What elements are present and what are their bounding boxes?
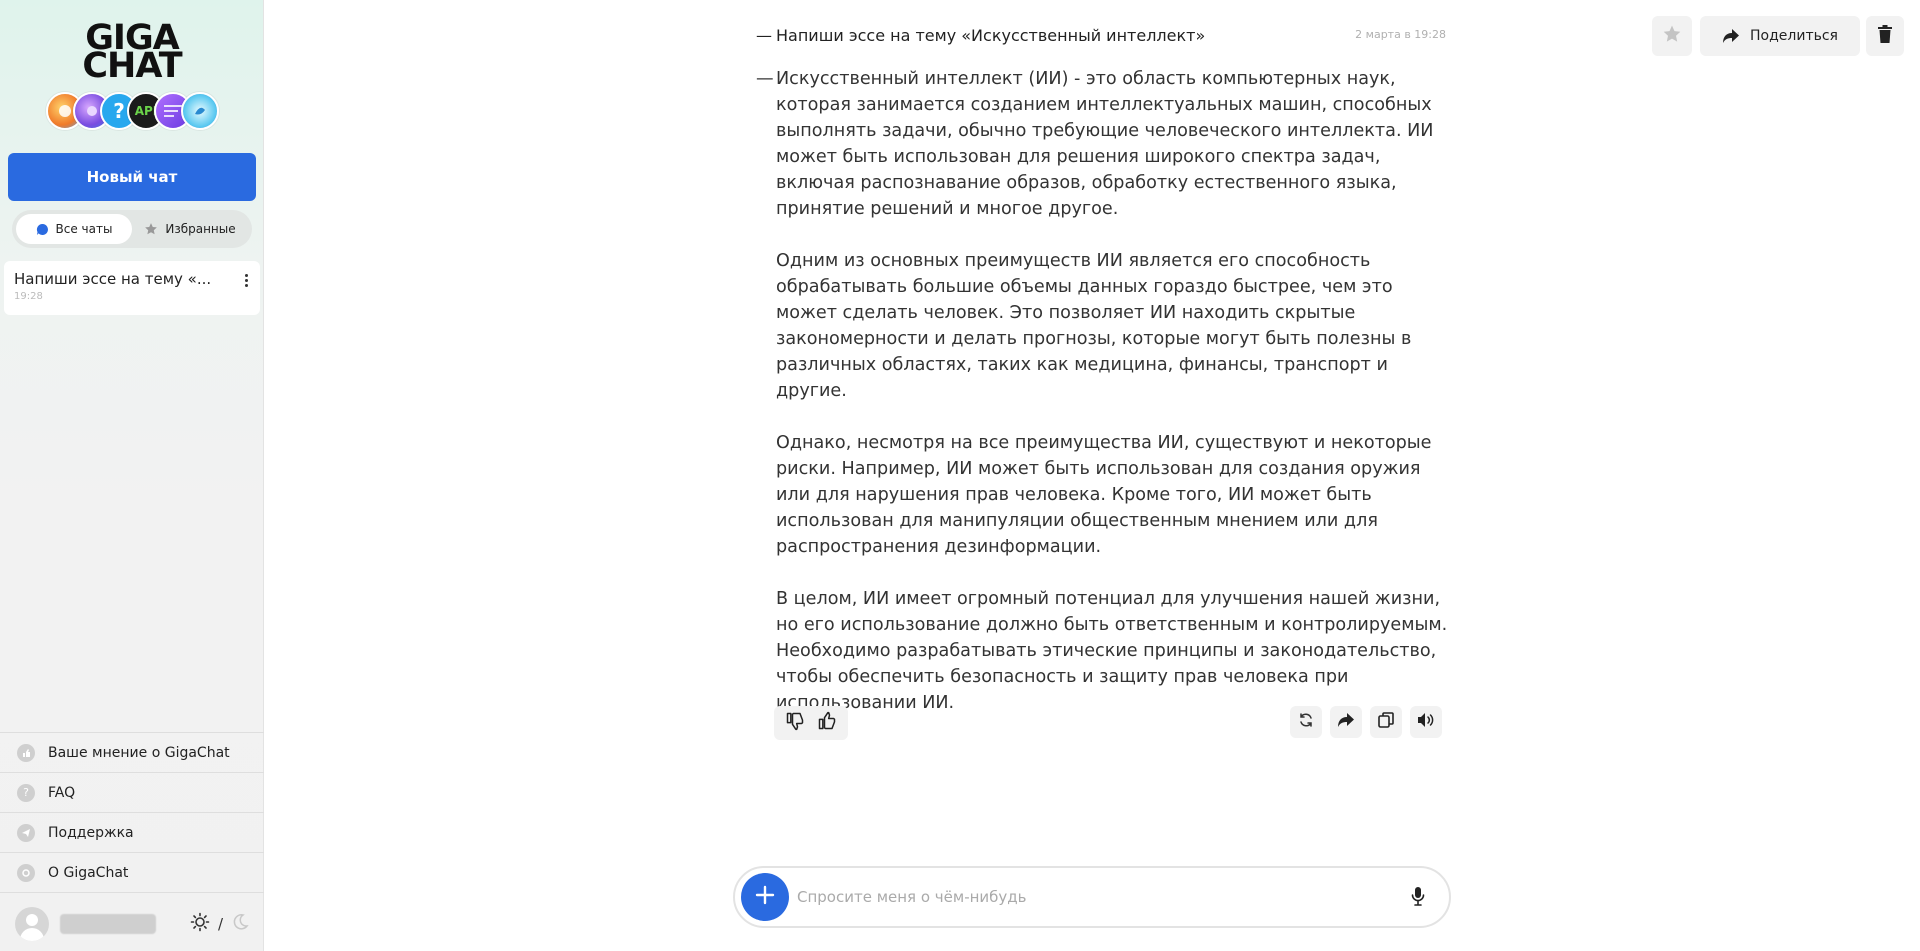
theme-switcher: /: [186, 912, 253, 936]
tab-all-chats-label: Все чаты: [55, 222, 113, 236]
microphone-icon: [1411, 886, 1425, 910]
message-actions: [1290, 706, 1442, 738]
thumbs-up-icon: [817, 711, 837, 735]
more-options-icon[interactable]: [240, 271, 252, 289]
telegram-icon: [17, 823, 35, 842]
question-icon: ?: [17, 783, 35, 802]
gigachat-icon: [17, 863, 35, 882]
chat-item-title: Напиши эссе на тему «...: [14, 270, 212, 288]
delete-button[interactable]: [1866, 16, 1904, 56]
message-composer: [733, 866, 1451, 928]
chat-list-item[interactable]: Напиши эссе на тему «... 19:28: [4, 261, 260, 315]
logo-line-2: CHAT: [82, 46, 182, 86]
star-icon: [144, 222, 158, 236]
share-button-label: Поделиться: [1750, 28, 1838, 44]
sidebar-link-faq[interactable]: ? FAQ: [0, 772, 264, 812]
answer-paragraph: Одним из основных преимуществ ИИ являетс…: [776, 251, 1412, 401]
speaker-icon: [1417, 712, 1435, 732]
sidebar-link-feedback[interactable]: Ваше мнение о GigaChat: [0, 732, 264, 772]
message-input[interactable]: [797, 882, 1377, 912]
copy-icon: [1377, 711, 1395, 733]
avatar[interactable]: [15, 907, 49, 941]
speak-button[interactable]: [1410, 706, 1442, 738]
share-arrow-icon: [1723, 29, 1740, 43]
sun-icon[interactable]: [190, 912, 210, 936]
sidebar-links: Ваше мнение о GigaChat ? FAQ Поддержка О…: [0, 732, 264, 892]
tab-favorites[interactable]: Избранные: [132, 214, 248, 244]
trash-icon: [1877, 25, 1893, 47]
moon-icon[interactable]: [231, 913, 249, 935]
answer-paragraph: Однако, несмотря на все преимущества ИИ,…: [776, 433, 1432, 557]
theme-separator: /: [218, 915, 224, 933]
microphone-button[interactable]: [1405, 884, 1431, 912]
question-text: Напиши эссе на тему «Искусственный интел…: [776, 26, 1206, 45]
feature-badges: ? API: [46, 92, 219, 130]
feedback-icon: [17, 743, 35, 762]
sidebar-link-feedback-label: Ваше мнение о GigaChat: [48, 744, 230, 761]
rating-buttons: [774, 706, 848, 740]
sidebar-link-about-label: О GigaChat: [48, 864, 129, 881]
refresh-icon: [1298, 712, 1314, 732]
tab-favorites-label: Избранные: [165, 222, 236, 236]
share-button[interactable]: Поделиться: [1700, 16, 1860, 56]
plus-icon: [755, 885, 775, 909]
badge-icon-6[interactable]: [181, 92, 219, 130]
username-redacted: [60, 914, 156, 934]
dislike-button[interactable]: [780, 708, 810, 738]
answer-body: Искусственный интеллект (ИИ) - это облас…: [776, 66, 1456, 716]
sidebar-link-about[interactable]: О GigaChat: [0, 852, 264, 892]
tab-all-chats[interactable]: Все чаты: [16, 214, 132, 244]
sidebar-link-support[interactable]: Поддержка: [0, 812, 264, 852]
sidebar: GIGA CHAT ? API Новый чат Все чаты Избра…: [0, 0, 264, 951]
answer-paragraph: Искусственный интеллект (ИИ) - это облас…: [776, 69, 1434, 219]
new-chat-button[interactable]: Новый чат: [8, 153, 256, 201]
thumbs-down-icon: [785, 711, 805, 735]
answer-paragraph: В целом, ИИ имеет огромный потенциал для…: [776, 589, 1448, 713]
copy-button[interactable]: [1370, 706, 1402, 738]
sidebar-link-support-label: Поддержка: [48, 824, 134, 841]
sidebar-link-faq-label: FAQ: [48, 784, 76, 801]
question-date: 2 марта в 19:28: [1355, 28, 1446, 41]
user-panel: /: [0, 892, 264, 951]
star-icon: [1662, 24, 1682, 48]
chat-filter-tabs: Все чаты Избранные: [12, 210, 252, 248]
like-button[interactable]: [812, 708, 842, 738]
badge-3-glyph: ?: [113, 99, 125, 123]
regenerate-button[interactable]: [1290, 706, 1322, 738]
share-answer-button[interactable]: [1330, 706, 1362, 738]
answer-dash: —: [756, 69, 774, 89]
question-dash: —: [756, 26, 772, 45]
attach-button[interactable]: [741, 873, 789, 921]
chat-item-time: 19:28: [14, 291, 43, 302]
gigachat-logo[interactable]: GIGA CHAT: [62, 21, 202, 86]
favorite-button[interactable]: [1652, 16, 1692, 56]
share-arrow-icon: [1337, 712, 1355, 732]
assistant-answer: — Искусственный интеллект (ИИ) - это обл…: [756, 66, 1447, 716]
chat-bubble-icon: [36, 223, 49, 236]
